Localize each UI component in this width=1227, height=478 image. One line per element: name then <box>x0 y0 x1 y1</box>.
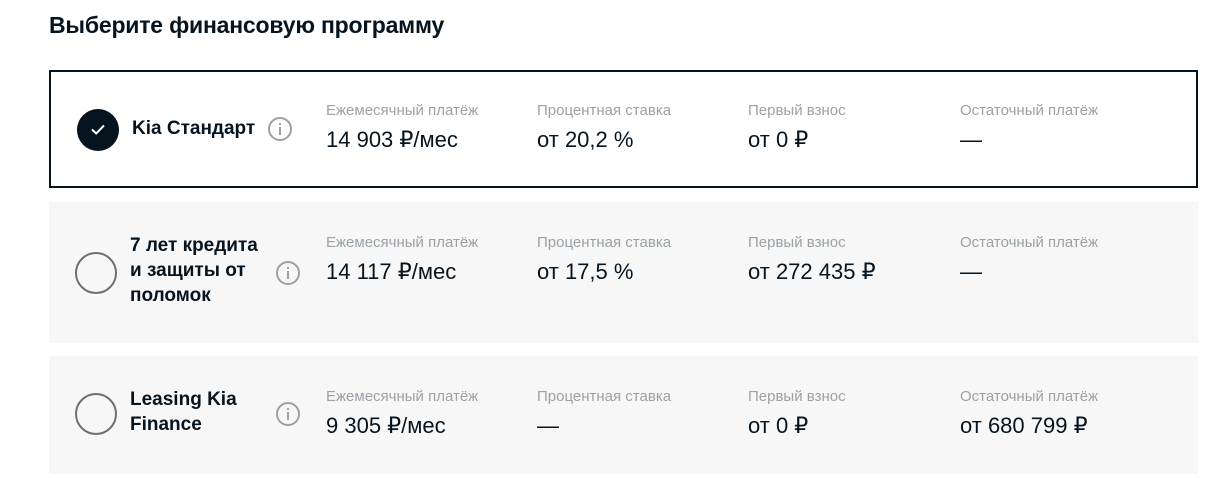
residual-payment: Остаточный платёж — <box>960 234 1099 284</box>
check-icon <box>91 124 105 135</box>
info-icon[interactable] <box>276 402 300 426</box>
interest-rate: Процентная ставка от 20,2 % <box>537 102 672 152</box>
down-payment: Первый взнос от 272 435 ₽ <box>748 234 876 284</box>
program-card-leasing[interactable]: Leasing Kia Finance Ежемесячный платёж 9… <box>49 356 1198 474</box>
program-radio[interactable] <box>75 252 117 294</box>
program-name: 7 лет кредита и защиты от поломок <box>130 235 258 306</box>
down-payment: Первый взнос от 0 ₽ <box>748 388 846 438</box>
monthly-payment: Ежемесячный платёж 14 903 ₽/мес <box>326 102 479 152</box>
down-payment: Первый взнос от 0 ₽ <box>748 102 846 152</box>
info-icon[interactable] <box>268 117 292 141</box>
interest-rate: Процентная ставка от 17,5 % <box>537 234 672 284</box>
program-name: Leasing Kia Finance <box>130 389 237 435</box>
monthly-payment: Ежемесячный платёж 14 117 ₽/мес <box>326 234 479 284</box>
program-card-kia-standard[interactable]: Kia Стандарт Ежемесячный платёж 14 903 ₽… <box>49 70 1198 188</box>
page-title: Выберите финансовую программу <box>49 12 445 38</box>
info-icon[interactable] <box>276 261 300 285</box>
residual-payment: Остаточный платёж — <box>960 102 1099 152</box>
program-radio-selected[interactable] <box>77 109 119 151</box>
interest-rate: Процентная ставка — <box>537 388 672 438</box>
program-radio[interactable] <box>75 393 117 435</box>
program-card-7-years[interactable]: 7 лет кредита и защиты от поломок Ежемес… <box>49 202 1198 343</box>
program-name: Kia Стандарт <box>132 118 256 139</box>
residual-payment: Остаточный платёж от 680 799 ₽ <box>960 388 1099 438</box>
monthly-payment: Ежемесячный платёж 9 305 ₽/мес <box>326 388 479 438</box>
